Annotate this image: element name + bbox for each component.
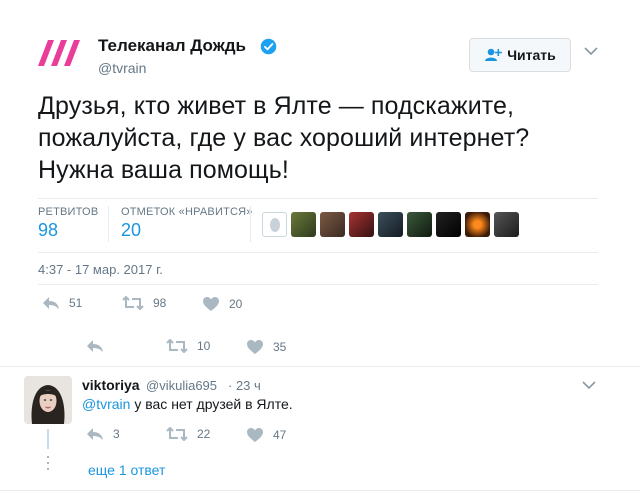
like-button[interactable]: 35 (246, 339, 286, 355)
liker-avatar[interactable] (465, 212, 490, 237)
divider (38, 284, 598, 285)
like-count: 47 (273, 428, 287, 442)
reply-body: у вас нет друзей в Ялте. (130, 396, 293, 412)
like-button[interactable]: 47 (246, 427, 286, 443)
avatar-image (24, 376, 72, 424)
divider (38, 198, 598, 199)
retweet-button[interactable]: 98 (122, 296, 166, 310)
account-name[interactable]: Телеканал Дождь (98, 36, 246, 56)
liker-avatar[interactable] (320, 212, 345, 237)
like-count: 35 (273, 340, 287, 354)
account-handle[interactable]: @tvrain (98, 60, 146, 76)
divider (0, 490, 640, 491)
thread-dot (47, 456, 49, 458)
reply-count: 3 (113, 427, 120, 441)
retweet-count: 22 (197, 427, 211, 441)
reply-button[interactable]: 51 (42, 296, 82, 310)
reply-button[interactable]: 3 (86, 427, 120, 441)
more-replies-link[interactable]: еще 1 ответ (88, 462, 165, 478)
likes-label[interactable]: ОТМЕТОК «НРАВИТСЯ» (121, 206, 253, 218)
liker-avatar[interactable] (378, 212, 403, 237)
retweets-label[interactable]: РЕТВИТОВ (38, 206, 98, 218)
retweets-count[interactable]: 98 (38, 220, 58, 241)
reply-icon (87, 340, 103, 352)
liker-avatar[interactable] (262, 212, 287, 237)
tweet-timestamp[interactable]: 4:37 - 17 мар. 2017 г. (38, 262, 163, 277)
follow-button[interactable]: Читать (469, 38, 571, 72)
liker-avatars (262, 212, 519, 237)
retweet-button[interactable]: 10 (166, 339, 210, 353)
verified-badge-icon (260, 38, 277, 55)
liker-avatar[interactable] (407, 212, 432, 237)
reply-count: 51 (69, 296, 83, 310)
retweet-icon (166, 339, 188, 353)
retweet-count: 10 (197, 339, 211, 353)
liker-avatar[interactable] (494, 212, 519, 237)
reply-author-handle[interactable]: @vikulia695 (146, 378, 217, 393)
liker-avatar[interactable] (349, 212, 374, 237)
divider (0, 366, 640, 367)
heart-icon (247, 428, 263, 442)
reply-author-name[interactable]: viktoriya (82, 377, 140, 393)
tweet-line: Друзья, кто живет в Ялте — подскажите, (38, 92, 515, 120)
reply-icon (87, 428, 103, 440)
mention-link[interactable]: @tvrain (82, 396, 130, 412)
reply-icon (43, 297, 59, 309)
like-button[interactable]: 20 (202, 296, 242, 312)
add-user-icon (485, 48, 503, 61)
reply-button[interactable] (86, 339, 104, 353)
thread-line (47, 429, 49, 449)
heart-icon (203, 297, 219, 311)
retweet-icon (122, 296, 144, 310)
stat-separator (108, 206, 109, 242)
retweet-count: 98 (153, 296, 167, 310)
tweet-line: Нужна ваша помощь! (38, 156, 289, 184)
likes-count[interactable]: 20 (121, 220, 141, 241)
retweet-icon (166, 427, 188, 441)
like-count: 20 (229, 297, 243, 311)
thread-dot (47, 468, 49, 470)
liker-avatar[interactable] (436, 212, 461, 237)
tweet-text: Друзья, кто живет в Ялте — подскажите, п… (38, 90, 598, 186)
chevron-down-icon[interactable] (584, 46, 598, 56)
dozhd-logo-icon[interactable] (38, 38, 86, 68)
follow-label: Читать (507, 47, 556, 63)
divider (38, 252, 598, 253)
stat-separator (250, 206, 251, 242)
heart-icon (247, 340, 263, 354)
avatar[interactable] (24, 376, 72, 424)
reply-text: @tvrain у вас нет друзей в Ялте. (82, 396, 293, 412)
reply-time[interactable]: · 23 ч (228, 378, 261, 393)
retweet-button[interactable]: 22 (166, 427, 210, 441)
chevron-down-icon[interactable] (582, 380, 596, 390)
thread-dot (47, 462, 49, 464)
liker-avatar[interactable] (291, 212, 316, 237)
tweet-line: пожалуйста, где у вас хороший интернет? (38, 124, 530, 152)
